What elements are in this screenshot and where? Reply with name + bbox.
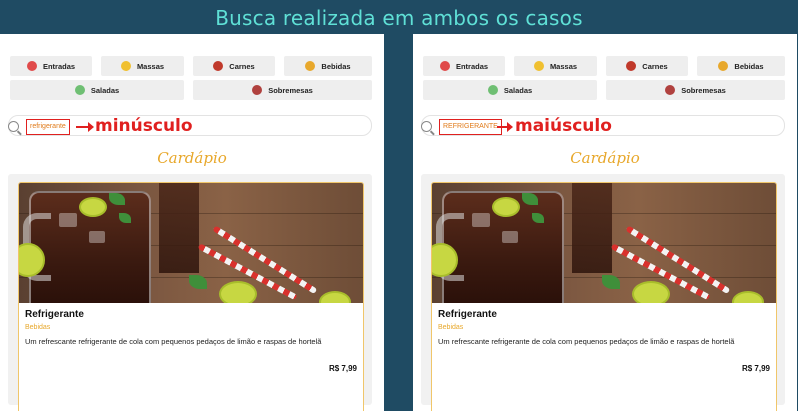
salad-plate-icon <box>439 61 450 71</box>
category-carnes[interactable]: Carnes <box>193 56 275 76</box>
search-icon <box>421 121 432 132</box>
annotation-label: maiúsculo <box>515 116 612 136</box>
pasta-icon <box>120 61 131 71</box>
category-saladas[interactable]: Saladas <box>10 80 184 100</box>
category-label: Massas <box>136 61 165 71</box>
category-label: Entradas <box>42 61 76 71</box>
drinks-icon <box>305 61 316 71</box>
category-entradas[interactable]: Entradas <box>423 56 505 76</box>
product-image <box>19 183 363 303</box>
product-category: Bebidas <box>438 324 464 331</box>
product-description: Um refrescante refrigerante de cola com … <box>438 337 735 346</box>
section-title: Cardápio <box>570 149 640 167</box>
product-name: Refrigerante <box>25 309 84 320</box>
product-description: Um refrescante refrigerante de cola com … <box>25 337 322 346</box>
product-name: Refrigerante <box>438 309 497 320</box>
category-label: Carnes <box>229 61 255 71</box>
category-label: Bebidas <box>321 61 351 71</box>
category-sobremesas[interactable]: Sobremesas <box>193 80 372 100</box>
salad-bowl-icon <box>487 85 498 95</box>
search-query[interactable]: REFRIGERANTE <box>439 119 502 135</box>
meat-icon <box>213 61 224 71</box>
meat-icon <box>626 61 637 71</box>
category-label: Sobremesas <box>268 85 313 95</box>
category-label: Carnes <box>642 61 668 71</box>
category-label: Entradas <box>455 61 489 71</box>
category-label: Bebidas <box>734 61 764 71</box>
section-title: Cardápio <box>157 149 227 167</box>
category-carnes[interactable]: Carnes <box>606 56 688 76</box>
category-massas[interactable]: Massas <box>514 56 597 76</box>
drinks-icon <box>718 61 729 71</box>
arrow-icon <box>497 122 513 132</box>
page-title: Busca realizada em ambos os casos <box>215 6 583 30</box>
dessert-icon <box>665 85 676 95</box>
product-image <box>432 183 776 303</box>
right-panel: Entradas Massas Carnes Bebidas Saladas S… <box>413 34 797 411</box>
category-bebidas[interactable]: Bebidas <box>284 56 372 76</box>
category-label: Saladas <box>90 85 120 95</box>
annotation-label: minúsculo <box>95 116 193 136</box>
category-label: Sobremesas <box>681 85 726 95</box>
product-card[interactable]: Refrigerante Bebidas Um refrescante refr… <box>18 182 364 411</box>
pasta-icon <box>533 61 544 71</box>
category-entradas[interactable]: Entradas <box>10 56 92 76</box>
product-category: Bebidas <box>25 324 51 331</box>
category-bebidas[interactable]: Bebidas <box>697 56 785 76</box>
salad-bowl-icon <box>74 85 85 95</box>
category-massas[interactable]: Massas <box>101 56 184 76</box>
category-saladas[interactable]: Saladas <box>423 80 597 100</box>
salad-plate-icon <box>26 61 37 71</box>
search-query[interactable]: refrigerante <box>26 119 70 135</box>
left-panel: Entradas Massas Carnes Bebidas Saladas S… <box>0 34 384 411</box>
category-label: Saladas <box>503 85 533 95</box>
product-card[interactable]: Refrigerante Bebidas Um refrescante refr… <box>431 182 777 411</box>
search-icon <box>8 121 19 132</box>
product-price: R$ 7,99 <box>741 364 770 373</box>
category-sobremesas[interactable]: Sobremesas <box>606 80 785 100</box>
product-price: R$ 7,99 <box>328 364 357 373</box>
category-label: Massas <box>549 61 578 71</box>
arrow-icon <box>76 122 94 132</box>
dessert-icon <box>252 85 263 95</box>
